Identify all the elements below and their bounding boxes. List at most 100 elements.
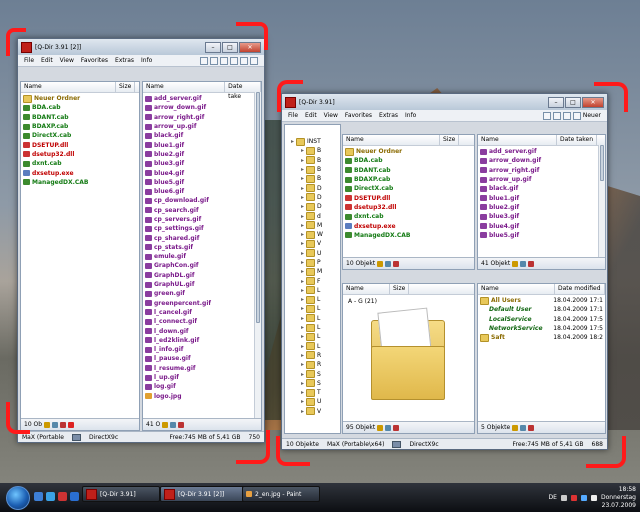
layout-icon[interactable] — [200, 56, 208, 65]
quicklaunch-desktop-icon[interactable] — [34, 492, 43, 501]
list-item[interactable]: NetworkService 18.04.2009 17:5 — [480, 324, 603, 333]
copy-icon[interactable] — [520, 260, 527, 267]
list-item[interactable]: cp_stats.gif — [145, 243, 259, 252]
delete-icon[interactable] — [178, 421, 185, 428]
list-item[interactable]: BDAXP.cab — [345, 175, 472, 184]
expand-icon[interactable]: ▸ — [301, 175, 304, 182]
titlebar[interactable]: [Q-Dir 3.91 [2]] – □ ✕ — [18, 39, 264, 55]
tree-node[interactable]: ▸ d — [287, 211, 338, 221]
filter-icon[interactable] — [44, 421, 51, 428]
list-item[interactable]: BDAXP.cab — [23, 122, 137, 131]
delete-icon[interactable] — [528, 424, 535, 431]
delete-icon[interactable] — [393, 260, 400, 267]
list-item[interactable]: l_up.gif — [145, 373, 259, 382]
delete-icon[interactable] — [528, 260, 535, 267]
col-name[interactable]: Name — [143, 82, 226, 92]
list-item[interactable]: blue5.gif — [480, 231, 603, 240]
tree-node[interactable]: ▸ U — [287, 249, 338, 258]
copy-icon[interactable] — [385, 424, 392, 431]
expand-icon[interactable]: ▸ — [301, 324, 304, 331]
tree-node[interactable]: ▸ R — [287, 351, 338, 360]
list-item[interactable]: greenpercent.gif — [145, 299, 259, 308]
expand-icon[interactable]: ▸ — [301, 147, 304, 154]
list-item[interactable]: l_info.gif — [145, 345, 259, 354]
tree-node[interactable]: ▸ D — [287, 193, 338, 202]
tree-node[interactable]: ▸ L — [287, 323, 338, 332]
layout-icon[interactable] — [240, 56, 248, 65]
menu-extras[interactable]: Extras — [115, 57, 134, 64]
list-item[interactable]: dxsetup.exe — [345, 221, 472, 230]
tree-node[interactable]: ▸ L — [287, 314, 338, 323]
tree-node[interactable]: ▸ L — [287, 295, 338, 304]
list-item[interactable]: add_server.gif — [145, 94, 259, 103]
list-item[interactable]: DSETUP.dll — [345, 193, 472, 202]
list-item[interactable]: ManagedDX.CAB — [345, 231, 472, 240]
list-item[interactable]: BDANT.cab — [345, 166, 472, 175]
list-item[interactable]: blue3.gif — [480, 212, 603, 221]
tree-node[interactable]: ▸ INST — [287, 137, 338, 146]
tree-node[interactable]: ▸ R — [287, 360, 338, 369]
network-icon[interactable] — [580, 494, 587, 501]
expand-icon[interactable]: ▸ — [301, 389, 304, 396]
list-item[interactable]: logo.jpg — [145, 392, 259, 401]
list-item[interactable]: blue2.gif — [480, 203, 603, 212]
filter-icon[interactable] — [512, 260, 519, 267]
list-item[interactable]: blue4.gif — [145, 168, 259, 177]
menu-favorites[interactable]: Favorites — [81, 57, 108, 64]
copy-icon[interactable] — [170, 421, 177, 428]
list-item[interactable]: Default User 18.04.2009 17:1 — [480, 305, 603, 314]
expand-icon[interactable]: ▸ — [301, 231, 304, 238]
tree-node[interactable]: ▸ U — [287, 397, 338, 406]
list-item[interactable]: GraphDL.gif — [145, 271, 259, 280]
menu-new[interactable]: Neuer — [583, 112, 601, 120]
list-item[interactable]: add_server.gif — [480, 147, 603, 156]
qdir-window-right[interactable]: [Q-Dir 3.91] – □ ✕ File Edit View Favori… — [281, 93, 608, 450]
tree-node[interactable]: ▸ B — [287, 174, 338, 183]
list-item[interactable]: arrow_up.gif — [145, 122, 259, 131]
expand-icon[interactable]: ▸ — [301, 315, 304, 322]
list-item[interactable]: black.gif — [145, 131, 259, 140]
list-item[interactable]: GraphUL.gif — [145, 280, 259, 289]
expand-icon[interactable]: ▸ — [301, 287, 304, 294]
tray-icon[interactable] — [570, 494, 577, 501]
expand-icon[interactable]: ▸ — [291, 138, 294, 145]
copy-icon[interactable] — [520, 424, 527, 431]
pane-1[interactable]: Name Size Neuer Ordner BDA.cab BDANT.cab BD… — [342, 134, 475, 270]
col-name[interactable]: Name — [478, 284, 555, 294]
tree-node[interactable]: ▸ L — [287, 286, 338, 295]
list-item[interactable]: dxnt.cab — [345, 212, 472, 221]
expand-icon[interactable]: ▸ — [301, 250, 304, 257]
titlebar[interactable]: [Q-Dir 3.91] – □ ✕ — [282, 94, 607, 110]
list-item[interactable]: l_pause.gif — [145, 354, 259, 363]
list-item[interactable]: l_cancel.gif — [145, 308, 259, 317]
tree-node[interactable]: ▸ V — [287, 239, 338, 248]
list-item[interactable]: dsetup32.dll — [23, 150, 137, 159]
minimize-button[interactable]: – — [548, 96, 564, 108]
list-item[interactable]: DSETUP.dll — [23, 140, 137, 149]
list-item[interactable]: l_down.gif — [145, 326, 259, 335]
filter-icon[interactable] — [377, 424, 384, 431]
taskbar-button-qdir-2[interactable]: [Q-Dir 3.91 [2]] — [160, 486, 246, 502]
expand-icon[interactable]: ▸ — [301, 296, 304, 303]
layout-icon[interactable] — [542, 111, 551, 120]
tree-node[interactable]: ▸ D — [287, 183, 338, 193]
menu-edit[interactable]: Edit — [41, 57, 53, 64]
pane-4[interactable]: Name Date modified All Users 18.04.2009 1… — [477, 283, 606, 434]
layout-icon[interactable] — [552, 111, 561, 120]
menu-file[interactable]: File — [24, 57, 34, 64]
list-item[interactable]: LocalService 18.04.2009 17:5 — [480, 315, 603, 324]
col-name[interactable]: Name — [343, 284, 390, 294]
tree-node[interactable]: ▸ W — [287, 230, 338, 239]
filter-icon[interactable] — [377, 260, 384, 267]
tree-node[interactable]: ▸ V — [287, 407, 338, 416]
start-button[interactable] — [6, 486, 30, 510]
close-pane-icon[interactable] — [68, 421, 75, 428]
list-item[interactable]: BDANT.cab — [23, 113, 137, 122]
expand-icon[interactable]: ▸ — [301, 343, 304, 350]
menu-edit[interactable]: Edit — [305, 112, 317, 119]
expand-icon[interactable]: ▸ — [301, 185, 304, 192]
tree-node[interactable]: ▸ P — [287, 258, 338, 267]
clock[interactable]: 18:58 Donnerstag 23.07.2009 — [601, 486, 636, 510]
taskbar-button-qdir[interactable]: [Q-Dir 3.91] — [82, 486, 160, 502]
tree-node[interactable]: ▸ F — [287, 276, 338, 286]
